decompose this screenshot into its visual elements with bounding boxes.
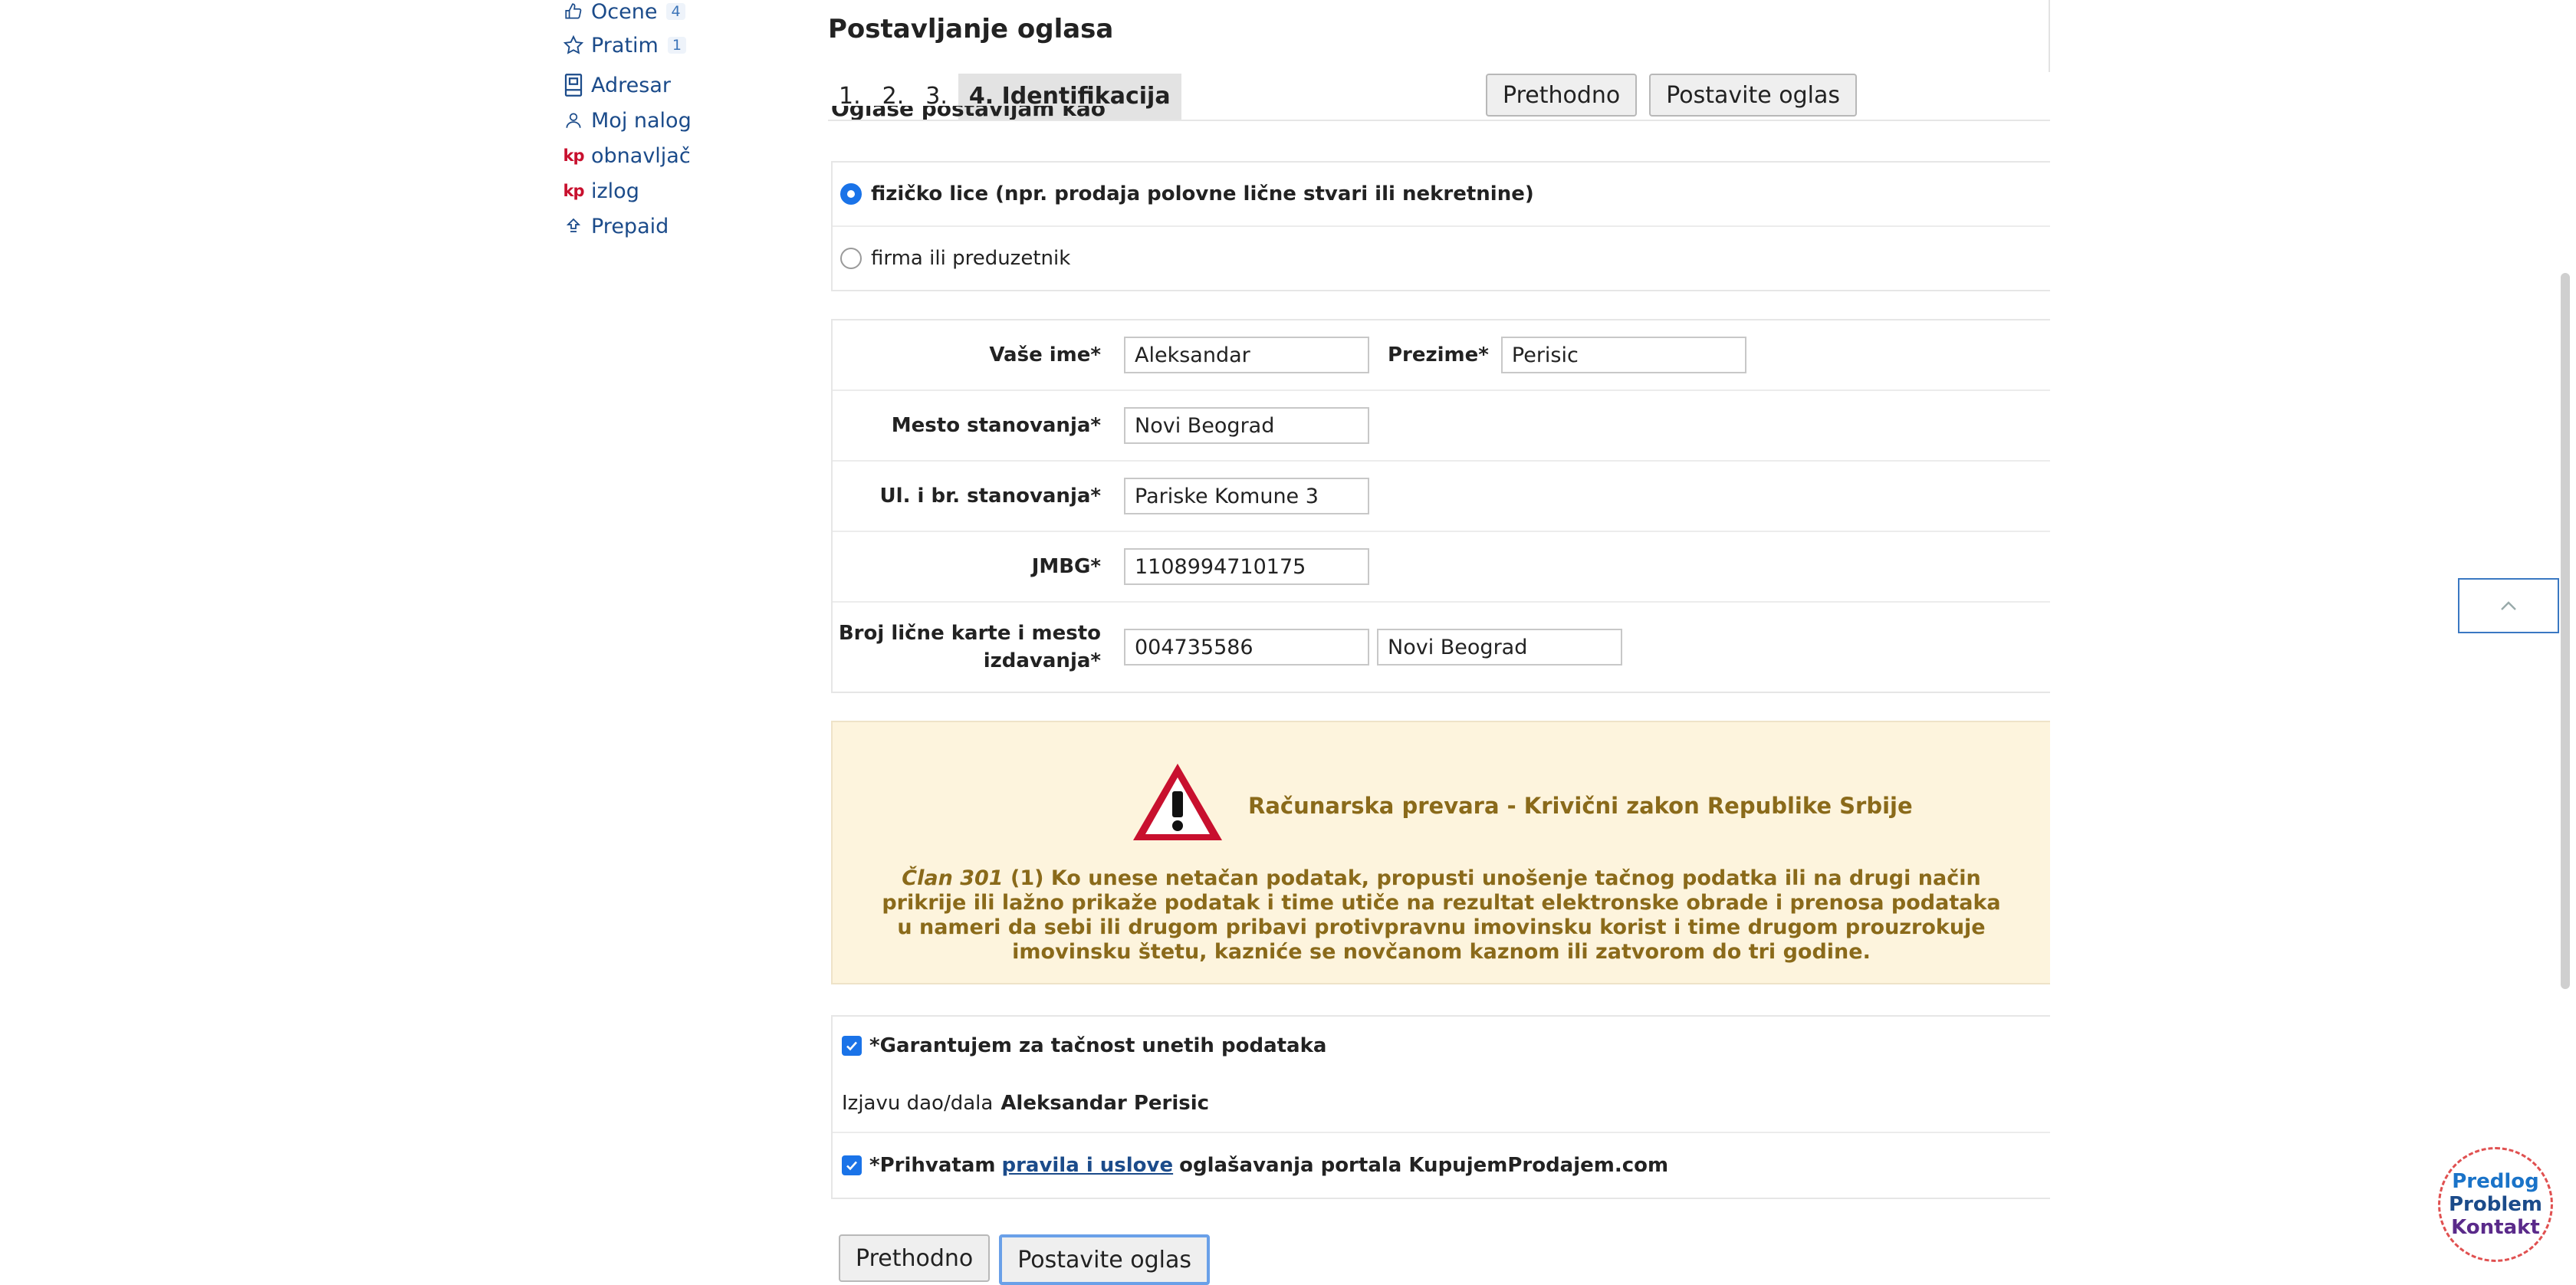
statement-row: Izjavu dao/dala Aleksandar Perisic [833,1075,2050,1133]
consent-panel: *Garantujem za tačnost unetih podataka I… [831,1015,2050,1199]
sidebar: Ocene 4 Pratim 1 Adresar Moj nalog kp ob… [562,0,792,244]
count-badge: 4 [666,3,685,20]
sidebar-item-pratim[interactable]: Pratim 1 [562,23,792,67]
sidebar-item-obnavljac[interactable]: kp obnavljač [562,138,792,173]
sidebar-item-ocene[interactable]: Ocene 4 [562,0,792,24]
chevron-up-icon [2499,594,2518,617]
terms-row[interactable]: *Prihvatam pravila i uslove oglašavanja … [833,1133,2050,1198]
city-field[interactable] [1124,407,1369,444]
page-title: Postavljanje oglasa [828,14,1114,44]
bottom-actions: Prethodno Postavite oglas [839,1234,1210,1285]
radio-label: fizičko lice (npr. prodaja polovne lične… [871,182,1534,205]
feedback-badge[interactable]: Predlog Problem Kontakt [2438,1147,2553,1262]
thumbs-up-icon [562,0,585,23]
user-icon [562,109,585,132]
sidebar-item-label: obnavljač [591,143,691,168]
previous-button-bottom[interactable]: Prethodno [839,1234,991,1282]
sidebar-item-label: Adresar [591,73,671,97]
sidebar-item-adresar[interactable]: Adresar [562,67,792,103]
kp-logo-icon: kp [563,182,585,200]
previous-button[interactable]: Prethodno [1486,74,1638,117]
form-row-name: Vaše ime* Prezime* [833,320,2050,391]
terms-suffix: oglašavanja portala KupujemProdajem.com [1179,1154,1669,1177]
terms-link[interactable]: pravila i uslove [1001,1154,1173,1177]
last-name-label: Prezime* [1388,343,1489,366]
form-row-city: Mesto stanovanja* [833,391,2050,462]
sidebar-item-label: Prepaid [591,214,669,238]
submit-ad-button-bottom[interactable]: Postavite oglas [999,1234,1210,1285]
warning-header: Računarska prevara - Krivični zakon Repu… [1130,761,1913,850]
sidebar-item-moj-nalog[interactable]: Moj nalog [562,103,792,138]
street-label: Ul. i br. stanovanja* [879,485,1101,508]
scroll-to-top-button[interactable] [2458,578,2559,633]
guarantee-label: *Garantujem za tačnost unetih podataka [869,1034,1327,1057]
guarantee-row[interactable]: *Garantujem za tačnost unetih podataka [833,1017,2050,1075]
jmbg-label: JMBG* [1031,555,1101,578]
id-card-label: Broj lične karte i mesto izdavanja* [833,619,1124,675]
top-actions: Prethodno Postavite oglas [1486,74,1857,117]
radio-row[interactable]: fizičko lice (npr. prodaja polovne lične… [833,163,2050,227]
star-icon [562,34,585,57]
upload-arrow-icon [562,215,585,238]
radio-label: firma ili preduzetnik [871,247,1071,270]
terms-prefix: *Prihvatam [869,1154,996,1177]
section-heading: Oglase postavljam kao [831,106,1106,120]
feedback-line1: Predlog [2452,1170,2539,1193]
sidebar-item-label: Moj nalog [591,108,692,133]
radio-individual[interactable] [840,183,862,205]
warning-title: Računarska prevara - Krivični zakon Repu… [1248,792,1913,819]
sidebar-item-label: izlog [591,179,639,203]
account-type-panel: fizičko lice (npr. prodaja polovne lične… [831,161,2050,291]
sidebar-item-label: Pratim [591,33,659,58]
kp-logo-icon: kp [563,146,585,165]
submit-ad-button[interactable]: Postavite oglas [1649,74,1857,117]
street-field[interactable] [1124,478,1369,514]
warning-triangle-icon [1130,761,1225,850]
statement-prefix: Izjavu dao/dala [842,1092,994,1115]
first-name-field[interactable] [1124,337,1369,373]
id-place-field[interactable] [1377,629,1622,666]
city-label: Mesto stanovanja* [891,414,1101,437]
id-label-line2: izdavanja* [983,649,1101,672]
form-row-id: Broj lične karte i mesto izdavanja* [833,603,2050,692]
id-number-field[interactable] [1124,629,1369,666]
warning-text: Član 301 (1) Ko unese netačan podatak, p… [879,866,2004,965]
count-badge: 1 [667,37,686,54]
personal-data-panel: Vaše ime* Prezime* Mesto stanovanja* Ul.… [831,319,2050,693]
sidebar-item-prepaid[interactable]: Prepaid [562,209,792,244]
last-name-field[interactable] [1500,337,1746,373]
radio-row[interactable]: firma ili preduzetnik [833,227,2050,290]
guarantee-checkbox[interactable] [842,1036,862,1056]
form-row-street: Ul. i br. stanovanja* [833,462,2050,532]
first-name-label: Vaše ime* [989,343,1101,366]
scrollbar-thumb[interactable] [2561,273,2570,989]
sidebar-item-izlog[interactable]: kp izlog [562,173,792,209]
legal-warning-box: Računarska prevara - Krivični zakon Repu… [831,721,2050,984]
warning-paragraph: (1) Ko unese netačan podatak, propusti u… [882,866,2001,964]
divider [828,120,2050,121]
feedback-line2: Problem [2449,1193,2542,1216]
sidebar-item-label: Ocene [591,0,658,24]
form-row-jmbg: JMBG* [833,532,2050,603]
id-label-line1: Broj lične karte i mesto [838,622,1101,645]
statement-name: Aleksandar Perisic [1001,1092,1210,1115]
radio-company[interactable] [840,248,862,269]
terms-checkbox[interactable] [842,1155,862,1175]
address-book-icon [562,74,585,97]
divider [2049,0,2050,72]
jmbg-field[interactable] [1124,548,1369,585]
feedback-line3: Kontakt [2451,1216,2540,1239]
warning-article: Član 301 [902,866,1004,890]
